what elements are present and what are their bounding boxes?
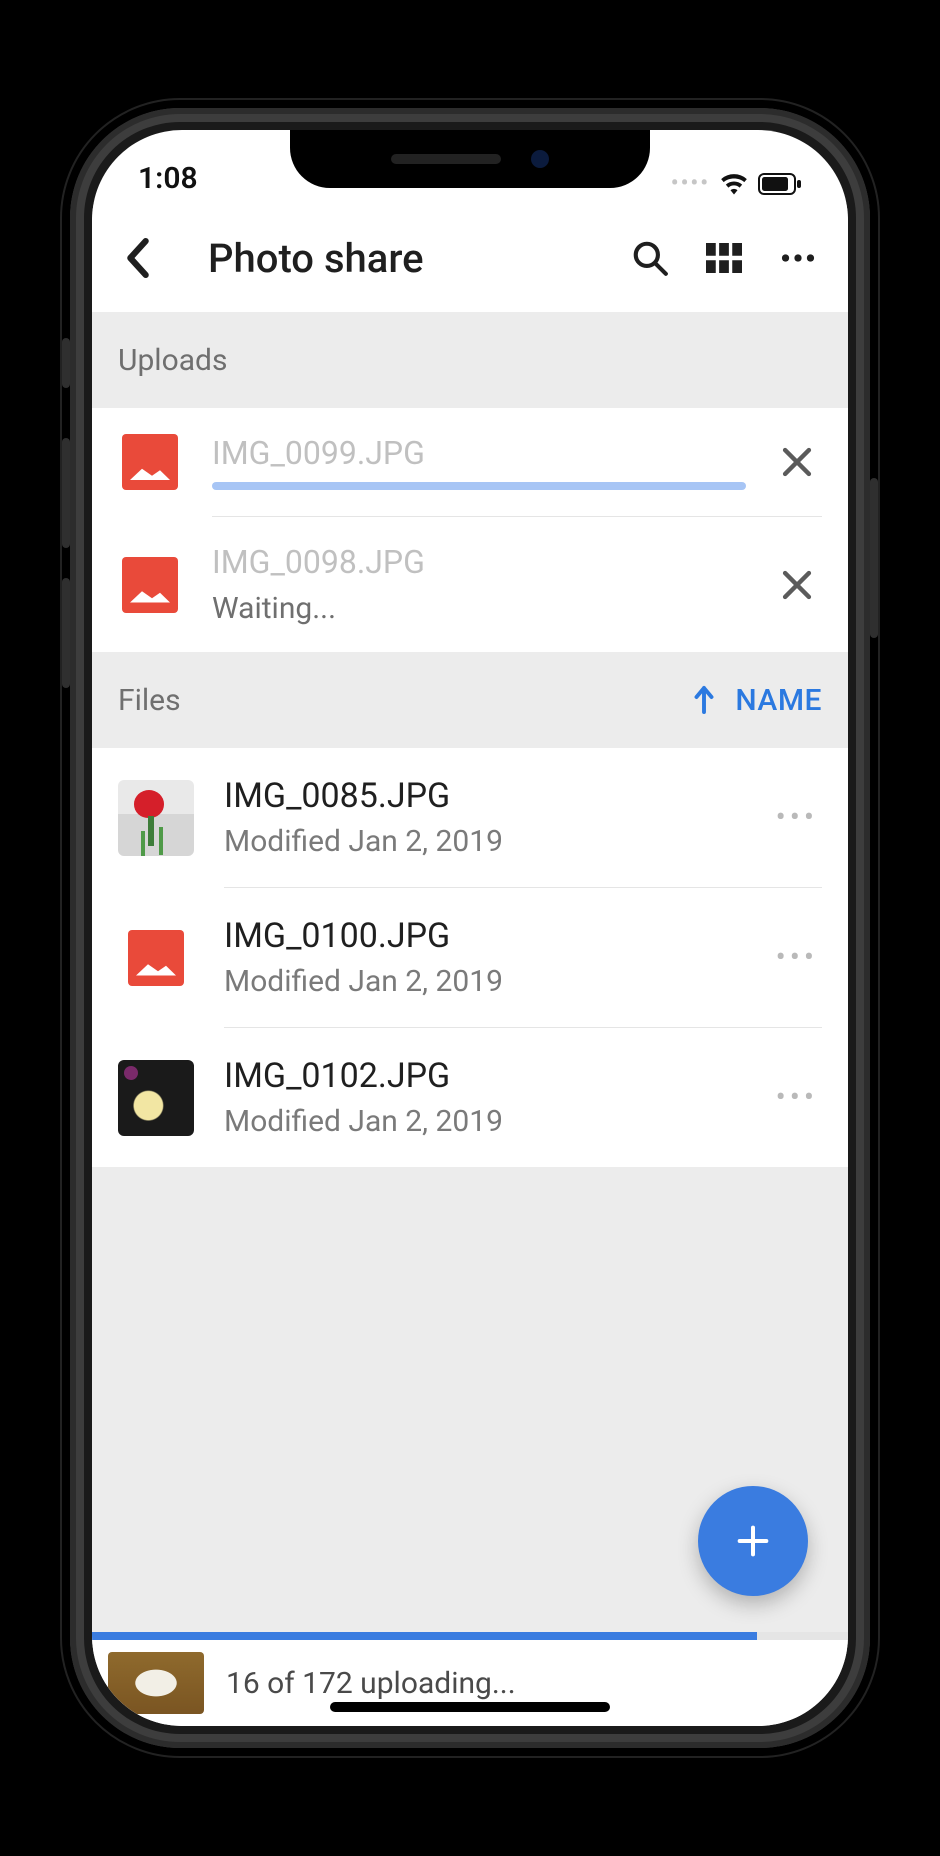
- file-name: IMG_0085.JPG: [224, 776, 746, 816]
- cellular-dots-icon: ••••: [671, 171, 710, 196]
- overall-upload-status: 16 of 172 uploading...: [226, 1666, 516, 1701]
- sort-control[interactable]: NAME: [691, 683, 822, 718]
- front-camera: [531, 150, 549, 168]
- search-button[interactable]: [622, 230, 678, 286]
- screen: 1:08 ••••: [92, 130, 848, 1726]
- file-more-button[interactable]: •••: [776, 800, 822, 835]
- image-file-icon: [122, 557, 178, 613]
- grid-view-button[interactable]: [696, 230, 752, 286]
- file-modified: Modified Jan 2, 2019: [224, 1104, 746, 1139]
- add-fab-button[interactable]: [698, 1486, 808, 1596]
- page-title: Photo share: [208, 235, 604, 282]
- current-upload-thumbnail: [108, 1652, 204, 1714]
- file-name: IMG_0100.JPG: [224, 916, 746, 956]
- sort-arrow-up-icon: [691, 685, 717, 715]
- phone-frame: 1:08 ••••: [70, 108, 870, 1748]
- file-thumbnail: [118, 1060, 194, 1136]
- file-modified: Modified Jan 2, 2019: [224, 964, 746, 999]
- upload-status-bar[interactable]: 16 of 172 uploading...: [92, 1640, 848, 1726]
- image-file-icon: [128, 930, 184, 986]
- upload-filename: IMG_0098.JPG: [212, 543, 746, 581]
- file-row[interactable]: IMG_0102.JPG Modified Jan 2, 2019 •••: [92, 1028, 848, 1167]
- upload-row: IMG_0098.JPG Waiting...: [92, 517, 848, 652]
- notch: [290, 130, 650, 188]
- file-more-button[interactable]: •••: [776, 940, 822, 975]
- app-header: Photo share: [92, 204, 848, 312]
- content-background: [92, 1167, 848, 1632]
- upload-progress-bar: [212, 482, 746, 490]
- back-button[interactable]: [110, 230, 166, 286]
- cancel-upload-button[interactable]: [780, 568, 822, 602]
- sort-label: NAME: [735, 683, 822, 718]
- file-thumbnail: [118, 920, 194, 996]
- mute-switch: [62, 338, 70, 388]
- speaker-grille: [391, 154, 501, 164]
- file-modified: Modified Jan 2, 2019: [224, 824, 746, 859]
- battery-icon: [758, 173, 802, 195]
- wifi-icon: [720, 173, 748, 195]
- volume-up-button: [62, 438, 70, 548]
- cancel-upload-button[interactable]: [780, 445, 822, 479]
- file-name: IMG_0102.JPG: [224, 1056, 746, 1096]
- files-label: Files: [118, 683, 181, 718]
- file-row[interactable]: IMG_0085.JPG Modified Jan 2, 2019 •••: [92, 748, 848, 887]
- image-file-icon: [122, 434, 178, 490]
- upload-row: IMG_0099.JPG: [92, 408, 848, 516]
- file-row[interactable]: IMG_0100.JPG Modified Jan 2, 2019 •••: [92, 888, 848, 1027]
- home-indicator[interactable]: [330, 1702, 610, 1712]
- files-section-header: Files NAME: [92, 652, 848, 748]
- upload-filename: IMG_0099.JPG: [212, 434, 746, 472]
- power-button: [870, 478, 878, 638]
- file-thumbnail: [118, 780, 194, 856]
- status-time: 1:08: [138, 161, 198, 196]
- uploads-section-header: Uploads: [92, 312, 848, 408]
- file-more-button[interactable]: •••: [776, 1080, 822, 1115]
- volume-down-button: [62, 578, 70, 688]
- more-button[interactable]: [770, 230, 826, 286]
- overall-progress-bar: [92, 1632, 848, 1640]
- uploads-label: Uploads: [118, 343, 227, 378]
- upload-status: Waiting...: [212, 591, 746, 626]
